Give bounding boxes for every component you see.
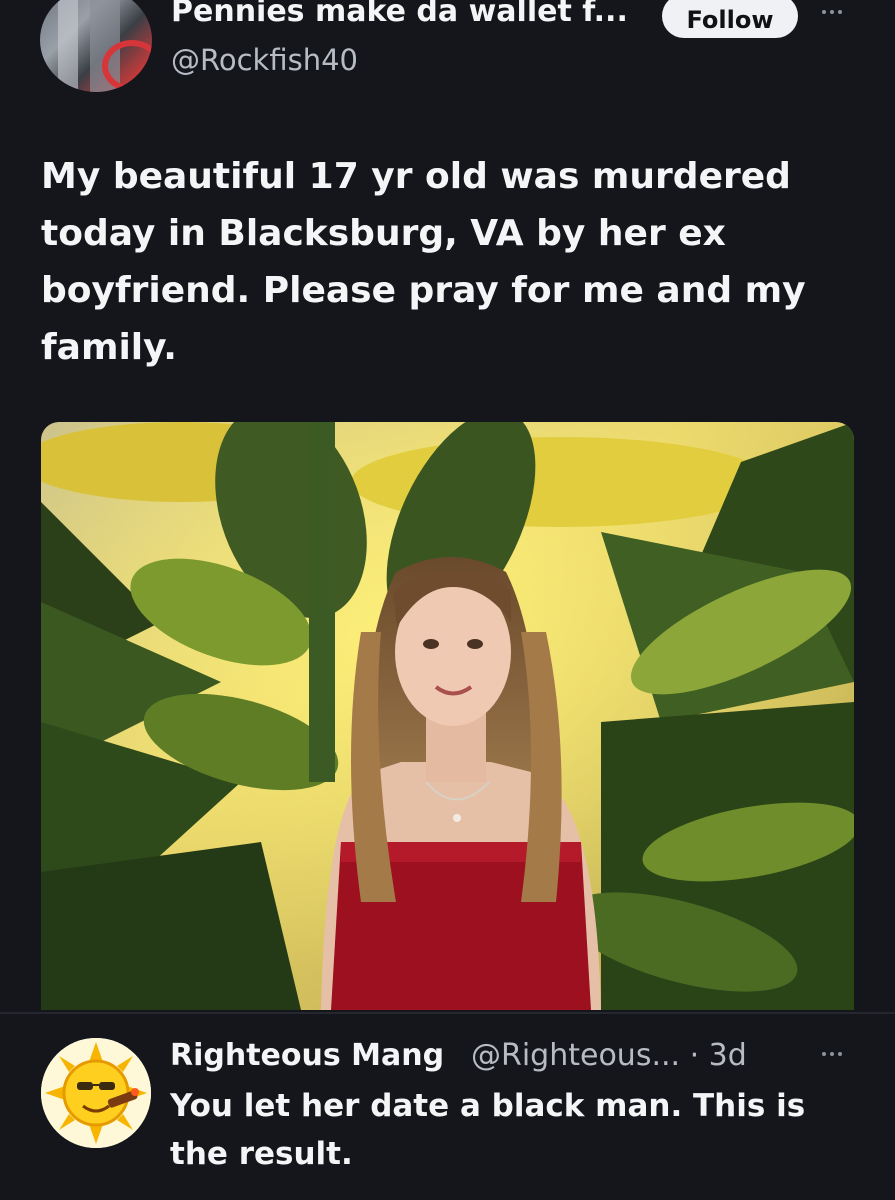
reply-text: You let her date a black man. This is th…: [170, 1088, 806, 1172]
reply-author-handle-time[interactable]: @Righteous... · 3d: [471, 1036, 747, 1076]
cartoon-sun-avatar-icon: [41, 1038, 151, 1148]
author-display-name[interactable]: Pennies make da wallet f...: [171, 0, 628, 32]
photo-image: [41, 422, 854, 1010]
divider: [0, 1012, 895, 1014]
follow-button[interactable]: Follow: [662, 0, 798, 38]
post-text: My beautiful 17 yr old was murdered toda…: [41, 156, 806, 368]
post-photo[interactable]: [41, 422, 854, 1010]
author-handle[interactable]: @Rockfish40: [171, 40, 358, 80]
post-header: Pennies make da wallet f... @Rockfish40 …: [0, 0, 895, 110]
reply-more-options-icon[interactable]: [816, 1044, 852, 1064]
avatar-detail: [58, 0, 78, 92]
post-page: Pennies make da wallet f... @Rockfish40 …: [0, 0, 895, 1200]
more-options-icon[interactable]: [816, 2, 852, 22]
author-avatar[interactable]: [40, 0, 152, 92]
reply-author-display-name[interactable]: Righteous Mang: [170, 1036, 444, 1076]
reply-author-avatar[interactable]: [41, 1038, 151, 1148]
